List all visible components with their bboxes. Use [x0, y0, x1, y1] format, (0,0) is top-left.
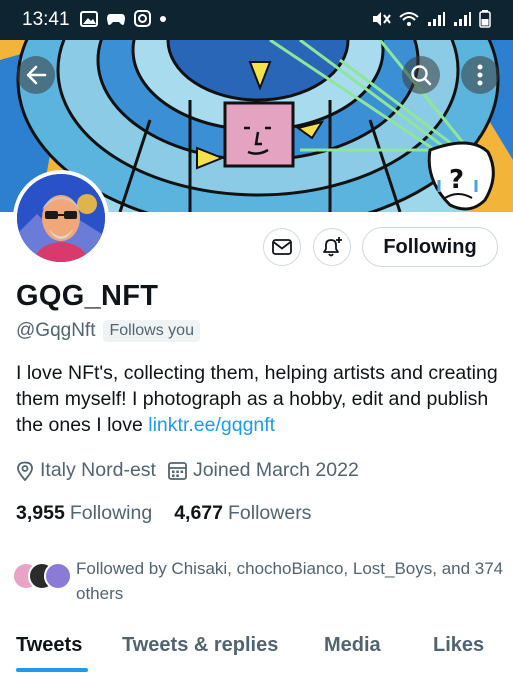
joined-text: Joined March 2022	[192, 459, 359, 481]
profile-avatar[interactable]	[13, 170, 109, 266]
followers-label: Followers	[228, 502, 312, 524]
more-options-button[interactable]	[461, 56, 499, 94]
more-vertical-icon	[477, 64, 483, 86]
active-tab-indicator	[16, 668, 88, 672]
game-controller-icon	[107, 13, 125, 25]
profile-bio: I love NFt's, collecting them, helping a…	[16, 360, 506, 438]
profile-tabs: Tweets Tweets & replies Media Likes	[0, 620, 513, 680]
user-handle: @GqgNft	[16, 320, 96, 341]
followers-stat[interactable]: 4,677 Followers	[174, 502, 311, 525]
notifications-button[interactable]	[313, 228, 351, 266]
envelope-icon	[272, 239, 292, 255]
tab-tweets[interactable]: Tweets	[16, 634, 82, 657]
dot-icon	[160, 15, 166, 22]
tab-media[interactable]: Media	[324, 634, 381, 657]
following-label: Following	[69, 502, 153, 524]
message-button[interactable]	[263, 228, 301, 266]
followed-by-text: Followed by Chisaki, chochoBianco, Lost_…	[76, 559, 504, 603]
location-text: Italy Nord-est	[40, 459, 156, 481]
arrow-left-icon	[26, 65, 47, 85]
status-right-icons	[371, 10, 491, 28]
following-button[interactable]: Following	[362, 227, 498, 267]
bio-link[interactable]: linktr.ee/gqgnft	[148, 414, 275, 436]
location-pin-icon	[17, 461, 33, 481]
followers-count: 4,677	[174, 502, 223, 524]
mutual-avatar	[44, 562, 72, 590]
gallery-icon	[80, 10, 98, 27]
mutual-avatars	[12, 562, 72, 592]
mute-icon	[373, 12, 391, 26]
following-stat[interactable]: 3,955 Following	[16, 502, 152, 525]
svg-text:?: ?	[449, 165, 464, 195]
status-time: 13:41	[22, 9, 70, 30]
signal-icon	[428, 12, 445, 26]
search-icon	[411, 65, 432, 86]
search-button[interactable]	[402, 56, 440, 94]
profile-meta: Italy Nord-est Joined March 2022	[16, 459, 371, 482]
status-left-icons	[80, 10, 167, 27]
tab-likes[interactable]: Likes	[433, 634, 484, 657]
wifi-icon	[399, 12, 419, 26]
display-name: GQG_NFT	[16, 280, 159, 312]
joined-item: Joined March 2022	[168, 459, 359, 482]
back-button[interactable]	[17, 56, 55, 94]
signal-icon	[454, 12, 471, 26]
instagram-icon	[134, 10, 151, 27]
status-bar: 13:41	[0, 0, 513, 40]
stats-row: 3,955 Following 4,677 Followers	[16, 502, 311, 525]
tab-tweets-replies[interactable]: Tweets & replies	[122, 634, 278, 657]
calendar-icon	[168, 462, 187, 480]
following-count: 3,955	[16, 502, 65, 524]
bell-plus-icon	[323, 237, 342, 257]
handle-row: @GqgNft Follows you	[16, 320, 200, 342]
followed-by[interactable]: Followed by Chisaki, chochoBianco, Lost_…	[12, 556, 507, 606]
battery-icon	[479, 10, 491, 28]
follows-you-badge: Follows you	[103, 320, 200, 342]
location-item: Italy Nord-est	[16, 459, 156, 482]
avatar-portrait	[17, 174, 105, 262]
